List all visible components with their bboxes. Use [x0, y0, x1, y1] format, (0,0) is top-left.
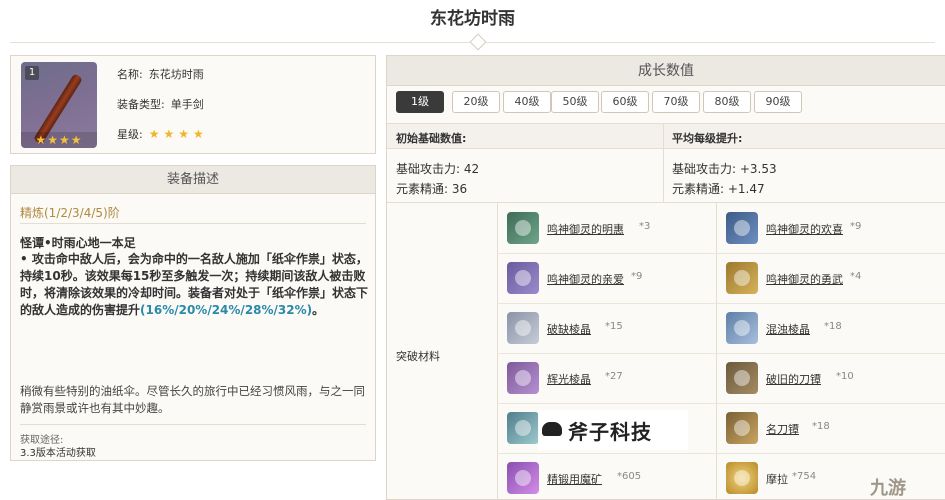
material-name[interactable]: 鸣神御灵的亲爱	[547, 271, 624, 287]
avg-em: 元素精通: +1.47	[672, 182, 765, 196]
mora-icon	[726, 462, 758, 494]
materials-label: 突破材料	[396, 350, 440, 363]
prism-icon	[507, 312, 539, 344]
material-count: *754	[792, 471, 817, 482]
material-count: *18	[812, 421, 830, 432]
passive-text-values: (16%/20%/24%/28%/32%)	[140, 303, 313, 317]
divider	[716, 203, 717, 500]
refinement-levels[interactable]: 精炼(1/2/3/4/5)阶	[20, 204, 120, 221]
divider	[497, 303, 945, 304]
material-item[interactable]: 破缺棱晶 *15	[507, 308, 707, 352]
material-item[interactable]: 混浊棱晶 *18	[726, 308, 936, 352]
material-name[interactable]: 混浊棱晶	[766, 321, 810, 337]
stat-column-divider	[663, 123, 664, 202]
material-name[interactable]: 鸣神御灵的勇武	[766, 271, 843, 287]
level-tab-50[interactable]: 50级	[551, 91, 599, 113]
material-item[interactable]: 鸣神御灵的亲爱 *9	[507, 258, 707, 302]
description-header: 装备描述	[11, 166, 375, 194]
level-tab-20[interactable]: 20级	[452, 91, 500, 113]
material-name[interactable]: 精锻用魔矿	[547, 471, 602, 487]
violet-orb-icon	[507, 262, 539, 294]
stat-header-row: 初始基础数值: 平均每级提升:	[387, 123, 945, 149]
rarity-badge: 1	[25, 66, 39, 80]
divider	[20, 424, 366, 425]
material-count: *18	[824, 321, 842, 332]
material-count: *10	[836, 371, 854, 382]
weapon-name-value: 东花坊时雨	[148, 68, 204, 81]
divider	[20, 223, 366, 224]
material-name[interactable]: 辉光棱晶	[547, 371, 591, 387]
material-name[interactable]: 鸣神御灵的欢喜	[766, 221, 843, 237]
base-atk: 基础攻击力: 42	[396, 162, 480, 176]
base-stats-header: 初始基础数值:	[396, 132, 467, 145]
ore-icon	[507, 462, 539, 494]
material-item[interactable]: 辉光棱晶 *27	[507, 358, 707, 402]
thumbnail-stars: ★★★★	[21, 132, 97, 148]
level-tab-80[interactable]: 80级	[703, 91, 751, 113]
passive-description: • 攻击命中敌人后，会为命中的一名敌人施加「纸伞作祟」状态，持续10秒。该效果每…	[20, 251, 370, 319]
weapon-name-row: 名称: 东花坊时雨	[117, 66, 204, 82]
guard-icon	[726, 412, 758, 444]
material-name[interactable]: 破缺棱晶	[547, 321, 591, 337]
passive-text-end: 。	[312, 303, 325, 317]
source-value: 3.3版本活动获取	[20, 448, 96, 459]
material-name[interactable]: 摩拉	[766, 471, 788, 487]
level-tab-90[interactable]: 90级	[754, 91, 802, 113]
material-name[interactable]: 鸣神御灵的明惠	[547, 221, 624, 237]
crystal-icon	[507, 412, 539, 444]
gold-emblem-icon	[726, 262, 758, 294]
equipment-description-card: 装备描述 精炼(1/2/3/4/5)阶 怪谭•时雨心地一本足 • 攻击命中敌人后…	[10, 165, 376, 461]
avg-atk: 基础攻击力: +3.53	[672, 162, 777, 176]
divider	[497, 203, 498, 500]
level-tab-70[interactable]: 70级	[652, 91, 700, 113]
material-count: *605	[617, 471, 642, 482]
material-count: *9	[850, 221, 862, 232]
material-name[interactable]: 名刀镡	[766, 421, 799, 437]
divider	[497, 253, 945, 254]
level-tab-40[interactable]: 40级	[503, 91, 551, 113]
divider	[497, 453, 945, 454]
material-item[interactable]: 鸣神御灵的明惠 *3	[507, 208, 707, 252]
star-rating-icon: ★★★★	[148, 127, 208, 141]
material-count: *3	[639, 221, 651, 232]
weapon-stars-label: 星级:	[117, 128, 143, 141]
weapon-info-card: 1 ★★★★ 名称: 东花坊时雨 装备类型: 单手剑 星级: ★★★★	[10, 55, 376, 154]
level-tab-60[interactable]: 60级	[601, 91, 649, 113]
level-tab-1[interactable]: 1级	[396, 91, 444, 113]
divider	[497, 403, 945, 404]
blue-spiral-icon	[726, 212, 758, 244]
material-item[interactable]: 破旧的刀镡 *10	[726, 358, 936, 402]
weapon-type-label: 装备类型:	[117, 98, 165, 111]
base-em: 元素精通: 36	[396, 182, 468, 196]
page-title: 东花坊时雨	[430, 9, 515, 29]
weapon-thumbnail[interactable]: 1 ★★★★	[21, 62, 97, 148]
watermark-logo-icon	[542, 422, 562, 436]
corner-watermark: 九游	[870, 478, 906, 499]
materials-section: 突破材料 鸣神御灵的明惠 *3 鸣神御灵的欢喜 *9 鸣神御灵的亲爱 *9 鸣神…	[387, 202, 945, 500]
material-count: *27	[605, 371, 623, 382]
material-count: *15	[605, 321, 623, 332]
prism-icon	[507, 362, 539, 394]
growth-header: 成长数值	[387, 56, 945, 86]
material-count: *4	[850, 271, 862, 282]
guard-icon	[726, 362, 758, 394]
watermark-text: 斧子科技	[568, 420, 652, 444]
green-gem-icon	[507, 212, 539, 244]
weapon-lore: 稍微有些特别的油纸伞。尽管长久的旅行中已经习惯风雨，与之一同静赏雨景或许也有其中…	[20, 384, 365, 415]
weapon-name-label: 名称:	[117, 68, 143, 81]
weapon-stars-row: 星级: ★★★★	[117, 126, 208, 142]
material-item[interactable]: 精锻用魔矿 *605	[507, 458, 707, 500]
material-item[interactable]: 鸣神御灵的欢喜 *9	[726, 208, 936, 252]
divider	[497, 353, 945, 354]
weapon-type-value: 单手剑	[170, 98, 204, 111]
material-item[interactable]: 名刀镡 *18	[726, 408, 936, 452]
prism-icon	[726, 312, 758, 344]
avg-growth-header: 平均每级提升:	[672, 132, 743, 145]
material-item[interactable]: 鸣神御灵的勇武 *4	[726, 258, 936, 302]
passive-title: 怪谭•时雨心地一本足	[20, 236, 136, 250]
material-count: *9	[631, 271, 643, 282]
weapon-type-row: 装备类型: 单手剑	[117, 96, 204, 112]
material-name[interactable]: 破旧的刀镡	[766, 371, 821, 387]
